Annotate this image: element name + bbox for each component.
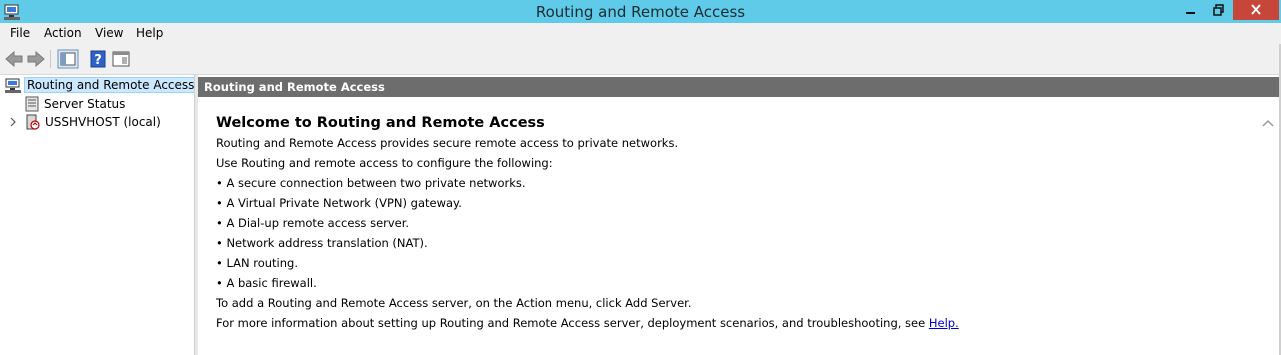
restore-icon: [1213, 4, 1224, 16]
help-link[interactable]: Help.: [929, 316, 959, 330]
console-tree: Routing and Remote Access Server Status …: [0, 75, 198, 355]
svg-text:?: ?: [94, 53, 102, 68]
result-pane: Routing and Remote Access Welcome to Rou…: [198, 75, 1279, 355]
add-server-text: To add a Routing and Remote Access serve…: [216, 296, 692, 310]
more-info-prefix: For more information about setting up Ro…: [216, 316, 929, 330]
show-hide-console-tree-icon[interactable]: [57, 49, 79, 69]
result-pane-header: Routing and Remote Access: [198, 77, 1279, 97]
back-arrow-icon[interactable]: [3, 49, 25, 69]
menu-view[interactable]: View: [95, 26, 123, 40]
welcome-content: Welcome to Routing and Remote Access Rou…: [216, 115, 1256, 335]
tree-item-label: Server Status: [44, 97, 126, 111]
close-icon: [1251, 4, 1261, 15]
close-button[interactable]: [1233, 0, 1279, 20]
bullet-item: • A basic firewall.: [216, 276, 317, 290]
bullet-item: • A Virtual Private Network (VPN) gatewa…: [216, 196, 462, 210]
tree-item-server-status[interactable]: Server Status: [24, 95, 194, 113]
minimize-button[interactable]: [1177, 0, 1205, 20]
routing-server-icon: [5, 78, 21, 93]
welcome-heading: Welcome to Routing and Remote Access: [216, 115, 545, 131]
server-status-icon: [25, 96, 39, 112]
more-info-text: For more information about setting up Ro…: [216, 315, 1256, 335]
menu-bar: File Action View Help: [0, 23, 1281, 44]
bullet-item: • A Dial-up remote access server.: [216, 216, 410, 230]
restore-button[interactable]: [1205, 0, 1233, 20]
forward-arrow-icon[interactable]: [25, 49, 47, 69]
toolbar: ?: [0, 44, 1281, 75]
bullet-item: • Network address translation (NAT).: [216, 236, 428, 250]
server-icon: [26, 114, 40, 130]
menu-action[interactable]: Action: [44, 26, 82, 40]
action-pane-icon[interactable]: [110, 49, 132, 69]
intro-text: Routing and Remote Access provides secur…: [216, 136, 679, 150]
configure-text: Use Routing and remote access to configu…: [216, 156, 553, 170]
minimize-icon: [1186, 12, 1195, 14]
expand-arrow-icon[interactable]: [8, 117, 18, 127]
title-bar: Routing and Remote Access: [0, 0, 1281, 23]
toolbar-separator: [50, 50, 51, 68]
bullet-item: • A secure connection between two privat…: [216, 176, 526, 190]
scroll-up-icon[interactable]: [1261, 117, 1275, 129]
result-pane-title: Routing and Remote Access: [204, 80, 385, 94]
tree-item-label: USSHVHOST (local): [45, 115, 161, 129]
menu-file[interactable]: File: [10, 26, 30, 40]
menu-help[interactable]: Help: [136, 26, 163, 40]
window-title: Routing and Remote Access: [535, 3, 746, 21]
bullet-item: • LAN routing.: [216, 256, 298, 270]
help-icon[interactable]: ?: [87, 49, 109, 69]
tree-item-usshvhost[interactable]: USSHVHOST (local): [8, 113, 194, 131]
tree-item-label: Routing and Remote Access: [24, 77, 198, 93]
tree-item-routing-root[interactable]: Routing and Remote Access: [4, 77, 198, 95]
